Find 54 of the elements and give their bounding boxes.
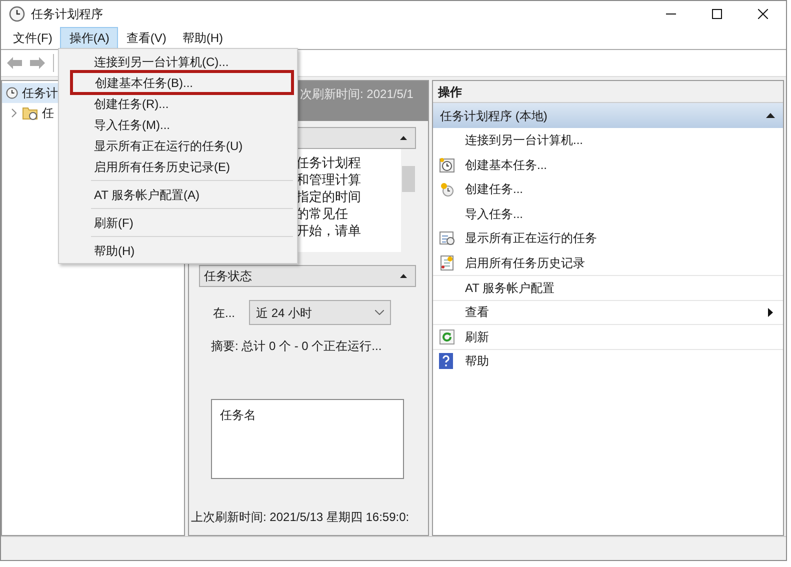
action-item[interactable]: 帮助 [433,348,783,373]
forward-arrow-icon[interactable] [29,57,45,69]
menu-bar-item[interactable]: 操作(A) [60,27,118,49]
clock-icon [9,6,25,22]
tree-item[interactable]: 任 [2,103,58,123]
action-item[interactable]: 启用所有任务历史记录 [433,250,783,275]
list-clock-icon [439,230,455,246]
action-item[interactable]: 刷新 [433,324,783,348]
clock-icon [6,85,18,101]
maximize-icon [712,8,722,18]
panel-header: 次刷新时间: 2021/5/1 [300,87,414,101]
back-arrow-icon[interactable] [7,57,23,69]
menu-item[interactable]: 创建基本任务(B)... [70,70,294,95]
clock-icon [439,181,455,198]
menu-item[interactable]: 显示所有正在运行的任务(U) [59,135,297,156]
window-title: 任务计划程序 [31,6,103,22]
action-item[interactable]: 创建基本任务... [433,152,783,177]
task-list[interactable]: 任务名 [211,399,404,479]
menu-item[interactable]: 连接到另一台计算机(C)... [59,51,297,72]
collapse-icon[interactable] [766,113,775,118]
action-item[interactable]: AT 服务帐户配置 [433,275,783,300]
menu-bar-item[interactable]: 帮助(H) [174,27,231,49]
action-item[interactable]: 创建任务... [433,177,783,202]
menu-bar-item[interactable]: 文件(F) [5,27,60,49]
collapse-icon[interactable] [400,274,407,278]
summary-text: 摘要: 总计 0 个 - 0 个正在运行... [210,338,383,355]
status-footer: 上次刷新时间: 2021/5/13 星期四 16:59:0: [191,508,416,526]
action-item[interactable]: 查看 [433,300,783,324]
menu-item[interactable]: 导入任务(M)... [59,114,297,135]
action-item[interactable]: 导入任务... [433,202,783,226]
collapse-icon[interactable] [400,136,407,140]
help-icon [439,353,453,370]
menu-item[interactable]: AT 服务帐户配置(A) [59,184,297,205]
period-dropdown[interactable]: 近 24 小时 [249,300,392,325]
menu-item[interactable]: 刷新(F) [59,212,297,233]
tree-item[interactable]: 任务计 [2,83,58,103]
menu-item[interactable]: 创建任务(R)... [59,93,297,114]
menu-item[interactable]: 帮助(H) [59,240,297,261]
period-label: 在... [213,304,236,322]
action-item[interactable]: 显示所有正在运行的任务 [433,226,783,250]
folder-clock-icon [22,105,38,121]
actions-header: 操作 [433,81,783,103]
menu-item[interactable]: 启用所有任务历史记录(E) [59,156,297,177]
notebook-icon [439,254,455,271]
column-header: 任务名 [220,408,256,422]
close-icon [758,8,768,18]
refresh-icon [439,328,455,345]
action-item[interactable]: 连接到另一台计算机... [433,128,783,152]
submenu-arrow-icon [768,308,773,317]
menu-bar-item[interactable]: 查看(V) [118,27,174,49]
chevron-icon[interactable] [10,108,18,118]
clock-icon [439,156,455,173]
actions-section[interactable]: 任务计划程序 (本地) [433,103,783,128]
section-title: 任务状态 [204,268,252,285]
